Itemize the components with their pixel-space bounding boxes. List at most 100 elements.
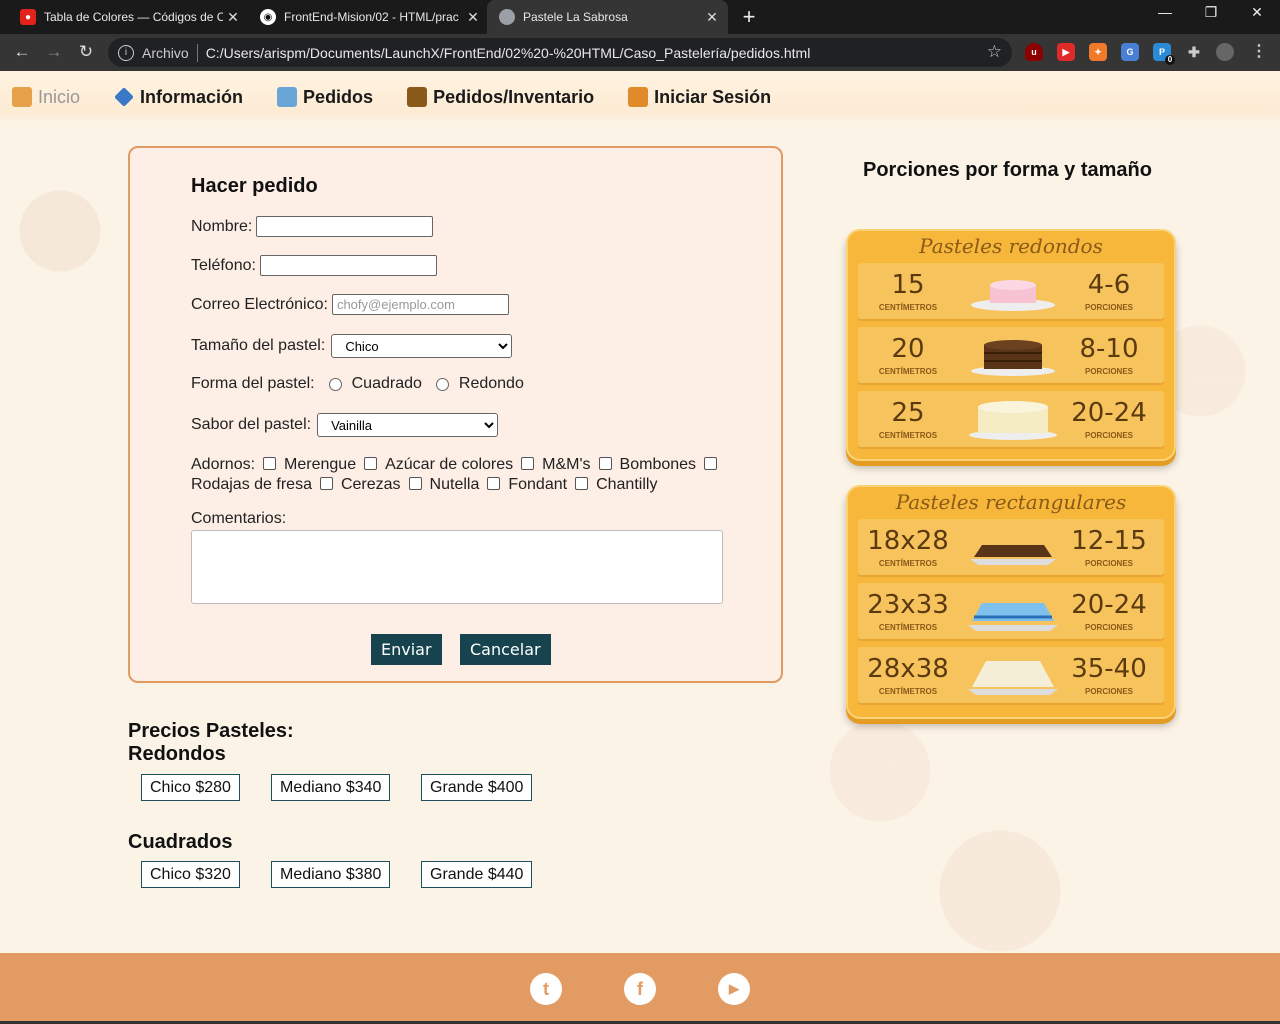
extension-badge: 0	[1165, 55, 1175, 65]
rectangulares-infographic: Pasteles rectangulares 18x28 CENTÍMETROS…	[846, 485, 1176, 719]
size-unit: CENTÍMETROS	[878, 431, 938, 440]
address-url[interactable]: C:/Users/arispm/Documents/LaunchX/FrontE…	[206, 45, 811, 61]
ublock-extension-icon[interactable]: u	[1025, 43, 1043, 61]
redondos-infographic: Pasteles redondos 15 CENTÍMETROS 4-6 POR…	[846, 229, 1176, 461]
size-unit: CENTÍMETROS	[878, 623, 938, 632]
tamano-select[interactable]: Chico	[331, 334, 513, 358]
forward-arrow-icon[interactable]: →	[42, 41, 66, 63]
price-button[interactable]: Mediano $380	[271, 861, 391, 888]
adorno-checkbox[interactable]	[487, 477, 501, 490]
adorno-checkbox[interactable]	[263, 457, 277, 470]
facebook-icon[interactable]: f	[624, 973, 656, 1005]
globe-favicon-icon	[499, 9, 515, 25]
adorno-checkbox[interactable]	[598, 457, 612, 470]
nav-label: Inicio	[38, 86, 81, 107]
adorno-label: Chantilly	[596, 476, 658, 493]
nav-label: Pedidos/Inventario	[433, 86, 595, 107]
correo-row: Correo Electrónico:	[191, 294, 509, 315]
adornos-label: Adornos:	[191, 456, 256, 473]
close-tab-icon[interactable]: ✕	[463, 9, 483, 26]
telefono-row: Teléfono:	[191, 255, 437, 276]
panel-title: Pasteles rectangulares	[895, 490, 1127, 514]
minimize-icon[interactable]: —	[1150, 4, 1180, 20]
portions-value: 35-40	[1071, 654, 1147, 684]
close-tab-icon[interactable]: ✕	[223, 9, 243, 26]
redondos-title: Redondos	[128, 743, 226, 765]
address-bar[interactable]: i Archivo C:/Users/arispm/Documents/Laun…	[108, 38, 1012, 67]
close-window-icon[interactable]: ✕	[1242, 4, 1272, 21]
nav-item-informacion[interactable]: Información	[114, 87, 243, 108]
address-scheme: Archivo	[142, 44, 189, 61]
close-tab-icon[interactable]: ✕	[702, 9, 722, 26]
video-extension-icon[interactable]: ▶	[1057, 43, 1075, 61]
nav-label: Información	[140, 86, 244, 107]
comentarios-textarea[interactable]	[191, 530, 723, 604]
price-button[interactable]: Chico $280	[141, 774, 240, 801]
restore-icon[interactable]: ❐	[1196, 4, 1226, 21]
telefono-input[interactable]	[259, 255, 437, 276]
enviar-button[interactable]: Enviar	[371, 634, 442, 665]
profile-avatar[interactable]	[1216, 43, 1234, 61]
youtube-icon[interactable]: ▶	[718, 973, 750, 1005]
precios-section: Precios Pasteles: Redondos	[128, 720, 294, 766]
tab-title: Pastele La Sabrosa	[523, 10, 628, 24]
round-cake-icon	[971, 280, 1055, 311]
nav-label: Iniciar Sesión	[654, 86, 772, 107]
cuadrado-radio[interactable]	[328, 377, 342, 391]
back-arrow-icon[interactable]: ←	[10, 41, 34, 63]
sabor-select[interactable]: Vainilla	[317, 413, 499, 437]
new-tab-icon[interactable]: +	[737, 4, 761, 30]
tamano-label: Tamaño del pastel:	[191, 337, 326, 354]
adorno-label: Azúcar de colores	[385, 456, 514, 473]
portions-value: 20-24	[1071, 590, 1147, 620]
comentarios-label: Comentarios:	[191, 510, 287, 527]
size-value: 20	[891, 334, 925, 364]
nombre-input[interactable]	[256, 216, 434, 237]
price-button[interactable]: Mediano $340	[271, 774, 391, 801]
nombre-row: Nombre:	[191, 216, 434, 237]
nav-item-iniciar-sesion[interactable]: Iniciar Sesión	[628, 87, 771, 108]
adorno-checkbox[interactable]	[521, 457, 535, 470]
browser-toolbar: ← → ↻ i Archivo C:/Users/arispm/Document…	[0, 34, 1280, 71]
round-cake-icon	[969, 401, 1057, 440]
info-icon[interactable]: i	[118, 44, 134, 61]
nav-item-inventario[interactable]: Pedidos/Inventario	[407, 87, 594, 108]
cancelar-button[interactable]: Cancelar	[460, 634, 551, 665]
browser-tab-active[interactable]: Pastele La Sabrosa ✕	[487, 0, 728, 34]
browser-tab[interactable]: ● Tabla de Colores — Códigos de C ✕	[8, 0, 249, 34]
portion-row: 15 CENTÍMETROS 4-6 PORCIONES	[858, 263, 1164, 321]
adorno-checkbox[interactable]	[704, 457, 718, 470]
browser-tabbar: ● Tabla de Colores — Códigos de C ✕ ◉ Fr…	[0, 0, 1280, 34]
size-unit: CENTÍMETROS	[878, 559, 938, 568]
nombre-label: Nombre:	[191, 217, 253, 235]
extension-icon[interactable]: ✦	[1089, 43, 1107, 61]
adorno-checkbox[interactable]	[408, 477, 422, 490]
bookmark-star-icon[interactable]: ☆	[987, 42, 1002, 62]
color-chart-favicon-icon: ●	[20, 9, 36, 25]
browser-tab[interactable]: ◉ FrontEnd-Mision/02 - HTML/prac ✕	[248, 0, 489, 34]
size-unit: CENTÍMETROS	[878, 303, 938, 312]
price-button[interactable]: Grande $440	[421, 861, 533, 888]
redondo-radio[interactable]	[435, 377, 449, 391]
rect-cake-icon	[968, 603, 1058, 631]
twitter-icon[interactable]: t	[530, 973, 562, 1005]
price-button[interactable]: Grande $400	[421, 774, 533, 801]
size-unit: CENTÍMETROS	[878, 367, 938, 376]
adorno-checkbox[interactable]	[575, 477, 589, 490]
password-extension-icon[interactable]: P0	[1153, 43, 1175, 65]
puzzle-extensions-icon[interactable]: ✚	[1185, 43, 1203, 61]
reload-icon[interactable]: ↻	[74, 41, 98, 63]
tab-title: Tabla de Colores — Códigos de C	[44, 10, 223, 24]
price-button[interactable]: Chico $320	[141, 861, 240, 888]
adorno-checkbox[interactable]	[364, 457, 378, 470]
adorno-checkbox[interactable]	[319, 477, 333, 490]
comentarios-row: Comentarios:	[191, 510, 286, 528]
nav-item-inicio[interactable]: Inicio	[12, 87, 80, 108]
correo-input[interactable]	[331, 294, 509, 315]
menu-kebab-icon[interactable]: ⋮	[1250, 43, 1268, 61]
portion-row: 18x28 CENTÍMETROS 12-15 PORCIONES	[858, 519, 1164, 577]
translate-extension-icon[interactable]: G	[1121, 43, 1139, 61]
adorno-label: Cerezas	[340, 476, 401, 493]
size-value: 15	[891, 270, 925, 300]
nav-item-pedidos[interactable]: Pedidos	[277, 87, 373, 108]
